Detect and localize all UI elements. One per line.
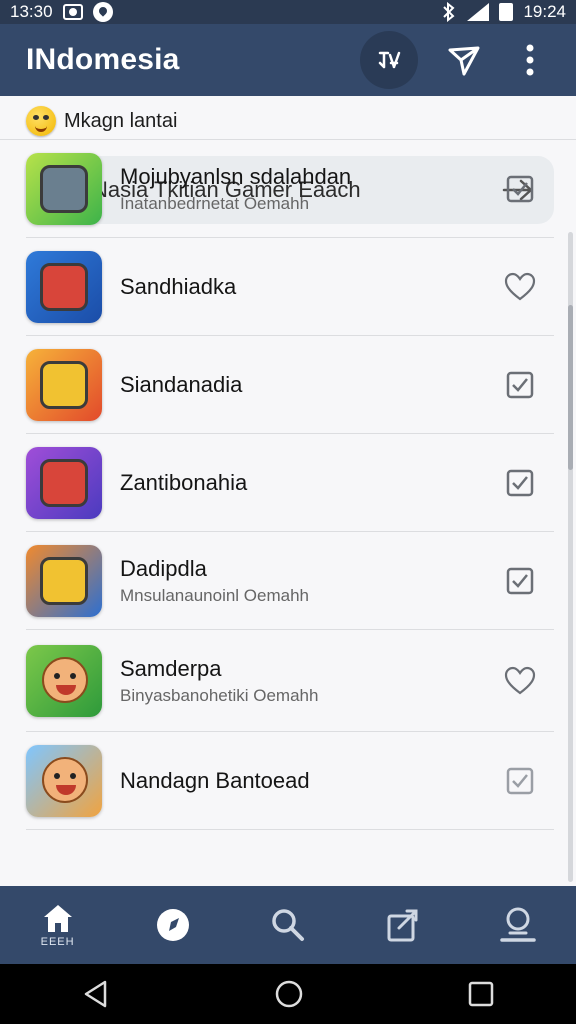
app-title: INdomesia bbox=[26, 43, 180, 76]
list-item[interactable]: Nandagn Bantoead bbox=[26, 732, 554, 830]
nav-profile[interactable] bbox=[478, 886, 558, 964]
favorite-button[interactable] bbox=[500, 661, 540, 701]
emoji-face-icon bbox=[26, 106, 56, 136]
list-item[interactable]: Mojubyanlsn sdalahdan Inatanbedrnetat Oe… bbox=[26, 140, 554, 238]
checkbox-checked-icon bbox=[506, 175, 534, 202]
status-bar: 13:30 19:24 bbox=[0, 0, 576, 24]
heart-outline-icon bbox=[504, 666, 536, 694]
checkbox-button[interactable] bbox=[500, 561, 540, 601]
nav-search[interactable] bbox=[248, 886, 328, 964]
share-square-icon bbox=[387, 909, 418, 942]
robot-game-icon bbox=[26, 250, 102, 323]
banner-text: Mkagn lantai bbox=[64, 109, 178, 132]
app-bar: INdomesia bbox=[0, 24, 576, 96]
list-item-title: Samderpa bbox=[120, 655, 222, 681]
checkbox-checked-icon bbox=[506, 767, 534, 794]
checkbox-button[interactable] bbox=[500, 365, 540, 405]
bottom-nav: EEEH bbox=[0, 886, 576, 964]
monkey-game-icon bbox=[26, 644, 102, 717]
list-item-title: Nandagn Bantoead bbox=[120, 767, 310, 793]
list-item-title: Siandanadia bbox=[120, 371, 243, 397]
favorite-button[interactable] bbox=[500, 267, 540, 307]
game-list: Mojubyanlsn sdalahdan Inatanbedrnetat Oe… bbox=[26, 140, 554, 830]
checkbox-checked-icon bbox=[506, 567, 534, 594]
robot-game-icon bbox=[26, 152, 102, 225]
bluetooth-icon bbox=[443, 2, 455, 22]
cannon-game-icon bbox=[26, 544, 102, 617]
profile-icon bbox=[500, 907, 537, 942]
robot-game-icon bbox=[26, 446, 102, 519]
checkbox-checked-icon bbox=[506, 469, 534, 496]
signal-icon bbox=[467, 3, 490, 21]
status-time-right: 19:24 bbox=[523, 2, 566, 21]
back-icon[interactable] bbox=[81, 979, 111, 1009]
list-item-title: Mojubyanlsn sdalahdan bbox=[120, 163, 352, 189]
send-icon bbox=[448, 46, 480, 76]
list-item-title: Zantibonahia bbox=[120, 469, 248, 495]
scrollbar-thumb[interactable] bbox=[568, 305, 573, 470]
list-item-subtitle: Binyasbanohetiki Oemahh bbox=[120, 685, 319, 705]
robot-game-icon bbox=[26, 348, 102, 421]
home-icon bbox=[43, 905, 72, 932]
checkbox-button[interactable] bbox=[500, 169, 540, 209]
monkey-game-icon bbox=[26, 744, 102, 817]
notification-icon bbox=[62, 4, 83, 20]
heart-outline-icon bbox=[504, 272, 536, 300]
status-time-left: 13:30 bbox=[10, 2, 53, 21]
checkbox-button[interactable] bbox=[500, 761, 540, 801]
list-item[interactable]: Dadipdla Mnsulanaunoinl Oemahh bbox=[26, 532, 554, 630]
nav-share[interactable] bbox=[363, 886, 443, 964]
compass-icon bbox=[156, 909, 189, 941]
checkbox-button[interactable] bbox=[500, 463, 540, 503]
list-item[interactable]: Zantibonahia bbox=[26, 434, 554, 532]
list-item[interactable]: Sandhiadka bbox=[26, 238, 554, 336]
overflow-menu-button[interactable] bbox=[510, 40, 550, 80]
home-circle-icon[interactable] bbox=[274, 979, 304, 1009]
search-icon bbox=[272, 909, 304, 941]
list-item-subtitle: Mnsulanaunoinl Oemahh bbox=[120, 585, 310, 605]
more-vert-icon bbox=[526, 44, 534, 76]
list-item-title: Dadipdla bbox=[120, 555, 207, 581]
translate-button[interactable] bbox=[360, 31, 418, 89]
banner[interactable]: Mkagn lantai bbox=[26, 106, 177, 136]
recents-icon[interactable] bbox=[467, 980, 495, 1008]
nav-home[interactable]: EEEH bbox=[18, 886, 98, 964]
list-item[interactable]: Samderpa Binyasbanohetiki Oemahh bbox=[26, 630, 554, 732]
list-item-title: Sandhiadka bbox=[120, 273, 237, 299]
list-item-subtitle: Inatanbedrnetat Oemahh bbox=[120, 193, 310, 213]
checkbox-checked-icon bbox=[506, 371, 534, 398]
nav-home-label: EEEH bbox=[40, 936, 75, 948]
translate-icon bbox=[378, 51, 401, 69]
system-nav-bar bbox=[0, 964, 576, 1024]
nav-explore[interactable] bbox=[133, 886, 213, 964]
battery-icon bbox=[499, 3, 514, 21]
location-icon bbox=[92, 2, 113, 22]
list-item[interactable]: Siandanadia bbox=[26, 336, 554, 434]
share-button[interactable] bbox=[444, 40, 484, 80]
